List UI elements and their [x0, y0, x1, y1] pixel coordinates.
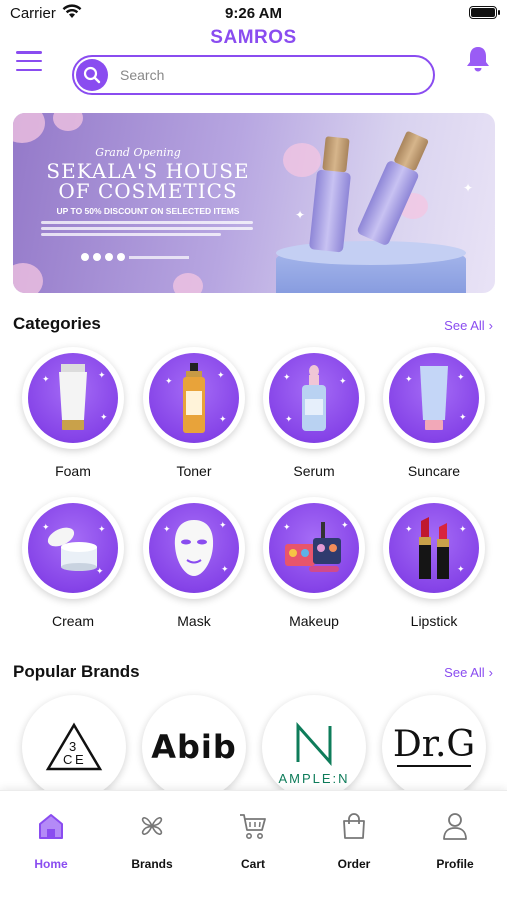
popular-brands-title: Popular Brands — [13, 662, 140, 681]
clock: 9:26 AM — [225, 5, 282, 22]
nav-brands[interactable]: Brands — [107, 809, 197, 871]
product-bottle-image — [308, 136, 352, 253]
category-cream[interactable]: ✦ ✦ ✦ Cream — [13, 497, 133, 629]
banner-title-line2: OF COSMETICS — [58, 179, 238, 203]
brand-drg[interactable]: Dr.G — [382, 695, 486, 799]
toner-bottle-icon — [183, 363, 205, 433]
brand-logo-amplen: AMPLE:N — [278, 771, 350, 786]
bag-icon — [343, 813, 365, 839]
svg-text:C: C — [63, 752, 72, 767]
search-input[interactable] — [120, 63, 420, 87]
nav-label: Cart — [240, 857, 265, 871]
cart-icon — [240, 814, 266, 839]
chevron-right-icon: › — [488, 665, 493, 680]
app-title: SAMROS — [210, 27, 297, 48]
status-bar: Carrier 9:26 AM — [0, 0, 507, 28]
category-lipstick[interactable]: ✦ ✦ ✦ Lipstick — [374, 497, 494, 629]
nav-label: Profile — [436, 857, 474, 871]
category-foam[interactable]: ✦ ✦ ✦ Foam — [13, 347, 133, 479]
category-toner[interactable]: ✦ ✦ ✦ Toner — [134, 347, 254, 479]
category-label: Makeup — [289, 613, 339, 629]
search-bar[interactable] — [72, 55, 435, 95]
brands-see-all-link[interactable]: See All › — [444, 665, 493, 680]
svg-text:E: E — [75, 752, 84, 767]
category-label: Serum — [293, 463, 335, 479]
nav-order[interactable]: Order — [309, 809, 399, 871]
category-label: Lipstick — [410, 613, 458, 629]
nav-profile[interactable]: Profile — [410, 809, 500, 871]
categories-title: Categories — [13, 314, 101, 333]
banner-title-line1: SEKALA'S HOUSE — [46, 159, 250, 183]
category-serum[interactable]: ✦ ✦ ✦ Serum — [254, 347, 374, 479]
battery-fill — [471, 8, 495, 17]
category-label: Suncare — [407, 463, 461, 479]
banner-body-text — [41, 221, 253, 239]
search-icon[interactable] — [76, 59, 108, 91]
brand-amplen[interactable]: AMPLE:N — [262, 695, 366, 799]
face-mask-icon — [174, 520, 214, 576]
chevron-right-icon: › — [488, 318, 493, 333]
brand-logo-amplen-mark — [296, 722, 332, 766]
podium-top — [276, 241, 466, 265]
nav-home[interactable]: Home — [6, 809, 96, 871]
nav-label: Brands — [131, 857, 173, 871]
bottom-nav: Home Brands Cart Order Profile — [0, 790, 507, 900]
suncare-tube-icon — [420, 366, 448, 430]
home-icon — [39, 814, 63, 839]
lipstick-icon — [419, 517, 449, 579]
category-label: Cream — [51, 613, 94, 629]
brands-icon — [141, 817, 163, 835]
hamburger-menu-icon[interactable] — [16, 51, 42, 71]
see-all-label: See All — [444, 665, 485, 680]
category-suncare[interactable]: ✦ ✦ ✦ Suncare — [374, 347, 494, 479]
profile-icon — [443, 813, 467, 840]
promo-banner[interactable]: Grand Opening SEKALA'S HOUSE OF COSMETIC… — [13, 113, 495, 293]
brand-logo-3ce: 3 C E — [45, 722, 103, 771]
foam-tube-icon — [59, 364, 87, 430]
category-label: Mask — [177, 613, 211, 629]
banner-title: SEKALA'S HOUSE OF COSMETICS — [33, 161, 263, 201]
nav-cart[interactable]: Cart — [208, 809, 298, 871]
brand-logo-abib: Abib — [151, 728, 237, 766]
see-all-label: See All — [444, 318, 485, 333]
category-label: Foam — [55, 463, 91, 479]
banner-discount: UP TO 50% DISCOUNT ON SELECTED ITEMS — [56, 206, 240, 216]
nav-label: Home — [34, 857, 68, 871]
brand-abib[interactable]: Abib — [142, 695, 246, 799]
categories-see-all-link[interactable]: See All › — [444, 318, 493, 333]
brand-3ce[interactable]: 3 C E — [22, 695, 126, 799]
banner-subtitle: Grand Opening — [95, 146, 181, 159]
category-mask[interactable]: ✦ ✦ ✦ Mask — [134, 497, 254, 629]
notification-bell-icon[interactable] — [465, 45, 491, 75]
battery-icon — [469, 6, 500, 19]
cream-jar-icon — [47, 527, 97, 571]
serum-dropper-icon — [302, 365, 326, 431]
brand-logo-drg: Dr.G — [392, 724, 476, 765]
nav-label: Order — [337, 857, 371, 871]
category-label: Toner — [176, 463, 212, 479]
banner-social-icons — [81, 253, 189, 261]
category-makeup[interactable]: ✦ ✦ Makeup — [254, 497, 374, 629]
